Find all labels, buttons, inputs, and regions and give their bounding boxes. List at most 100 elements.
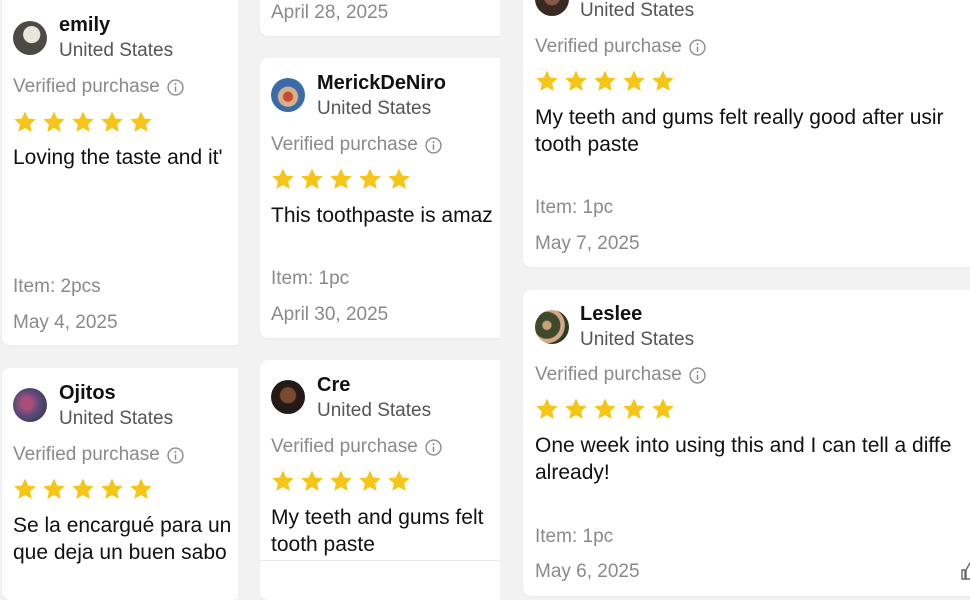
- review-text-line: Se la encargué para un: [13, 514, 232, 537]
- review-card-ojitos: Ojitos United States Verified purchase S…: [2, 368, 238, 600]
- review-date: April 28, 2025: [271, 2, 389, 23]
- reviewer-name[interactable]: MerickDeNiro: [317, 72, 446, 95]
- star-rating: [271, 167, 411, 191]
- star-icon: [101, 478, 123, 499]
- review-column-right: United States Verified purchase My teeth…: [500, 0, 970, 600]
- verified-purchase-label: Verified purchase: [535, 36, 682, 57]
- avatar[interactable]: [535, 0, 569, 16]
- info-icon[interactable]: [689, 366, 706, 384]
- star-icon: [272, 168, 294, 189]
- star-rating: [13, 110, 153, 134]
- review-text-line: tooth paste: [535, 133, 639, 156]
- reviewer-country: United States: [580, 0, 695, 21]
- star-rating: [271, 469, 411, 493]
- star-icon: [594, 70, 616, 91]
- review-text-line: tooth paste: [271, 533, 375, 556]
- verified-purchase: Verified purchase: [535, 364, 706, 386]
- review-column-middle: April 28, 2025 MerickDeNiro United State…: [238, 0, 500, 600]
- reviewer-name[interactable]: Cre: [317, 374, 350, 397]
- avatar[interactable]: [271, 78, 305, 112]
- divider: [260, 560, 500, 561]
- star-icon: [330, 168, 352, 189]
- review-card-emily: emily United States Verified purchase Lo…: [2, 0, 238, 345]
- avatar[interactable]: [535, 310, 569, 344]
- star-icon: [72, 111, 94, 132]
- star-icon: [14, 111, 36, 132]
- reviewer-name[interactable]: emily: [59, 14, 110, 37]
- star-icon: [536, 70, 558, 91]
- reviewer-country: United States: [580, 329, 695, 350]
- star-icon: [359, 470, 381, 491]
- info-icon[interactable]: [167, 78, 184, 96]
- star-icon: [388, 168, 410, 189]
- verified-purchase-label: Verified purchase: [13, 76, 160, 97]
- verified-purchase-label: Verified purchase: [13, 444, 160, 465]
- review-date: May 4, 2025: [13, 312, 118, 333]
- star-icon: [130, 111, 152, 132]
- star-icon: [301, 470, 323, 491]
- avatar[interactable]: [13, 21, 47, 55]
- verified-purchase-label: Verified purchase: [271, 436, 418, 457]
- star-icon: [388, 470, 410, 491]
- review-text: One week into using this and I can tell …: [535, 432, 951, 486]
- review-card-leslee: Leslee United States Verified purchase O…: [523, 290, 970, 596]
- star-icon: [130, 478, 152, 499]
- review-text-line: que deja un buen sabo: [13, 541, 227, 564]
- star-icon: [14, 478, 36, 499]
- review-column-left: emily United States Verified purchase Lo…: [0, 0, 238, 600]
- star-icon: [330, 470, 352, 491]
- item-variant: Item: 1pc: [535, 197, 614, 218]
- star-icon: [101, 111, 123, 132]
- review-text: Se la encargué para un que deja un buen …: [13, 512, 231, 566]
- avatar[interactable]: [13, 388, 47, 422]
- review-date: May 6, 2025: [535, 561, 640, 582]
- verified-purchase-label: Verified purchase: [271, 134, 418, 155]
- review-date: April 30, 2025: [271, 304, 389, 325]
- verified-purchase: Verified purchase: [13, 444, 184, 466]
- review-text-line: My teeth and gums felt really good after…: [535, 106, 944, 129]
- review-text-line: My teeth and gums felt: [271, 506, 484, 529]
- star-icon: [565, 398, 587, 419]
- thumbs-up-icon[interactable]: [959, 560, 970, 582]
- star-icon: [652, 398, 674, 419]
- info-icon[interactable]: [425, 136, 442, 154]
- star-icon: [565, 70, 587, 91]
- star-icon: [536, 398, 558, 419]
- verified-purchase: Verified purchase: [13, 76, 184, 98]
- review-card-partial-top: April 28, 2025: [260, 0, 500, 36]
- star-rating: [535, 397, 675, 421]
- item-variant: Item: 1pc: [271, 268, 350, 289]
- review-date: May 7, 2025: [535, 233, 640, 254]
- verified-purchase: Verified purchase: [271, 436, 442, 458]
- reviewer-country: United States: [317, 98, 432, 119]
- review-text: This toothpaste is amaz: [271, 202, 493, 229]
- reviewer-country: United States: [317, 400, 432, 421]
- review-text-line: already!: [535, 461, 610, 484]
- review-text-line: Loving the taste and it': [13, 146, 223, 169]
- info-icon[interactable]: [689, 38, 706, 56]
- review-text-line: This toothpaste is amaz: [271, 204, 493, 227]
- star-icon: [43, 478, 65, 499]
- verified-purchase-label: Verified purchase: [535, 364, 682, 385]
- review-card-partial: United States Verified purchase My teeth…: [523, 0, 970, 267]
- info-icon[interactable]: [425, 438, 442, 456]
- review-text: My teeth and gums felt tooth paste: [271, 504, 483, 558]
- info-icon[interactable]: [167, 446, 184, 464]
- item-variant: Item: 1pc: [535, 526, 614, 547]
- star-icon: [594, 398, 616, 419]
- review-card-cre: Cre United States Verified purchase My t…: [260, 360, 500, 600]
- star-icon: [272, 470, 294, 491]
- item-variant: Item: 2pcs: [13, 276, 101, 297]
- star-icon: [623, 398, 645, 419]
- star-icon: [359, 168, 381, 189]
- avatar[interactable]: [271, 380, 305, 414]
- reviewer-name[interactable]: Ojitos: [59, 382, 116, 405]
- reviewer-country: United States: [59, 40, 174, 61]
- review-card-merickdeniro: MerickDeNiro United States Verified purc…: [260, 58, 500, 338]
- reviewer-name[interactable]: Leslee: [580, 303, 642, 326]
- review-text: Loving the taste and it': [13, 144, 223, 171]
- star-icon: [652, 70, 674, 91]
- star-icon: [301, 168, 323, 189]
- reviewer-country: United States: [59, 408, 174, 429]
- verified-purchase: Verified purchase: [271, 134, 442, 156]
